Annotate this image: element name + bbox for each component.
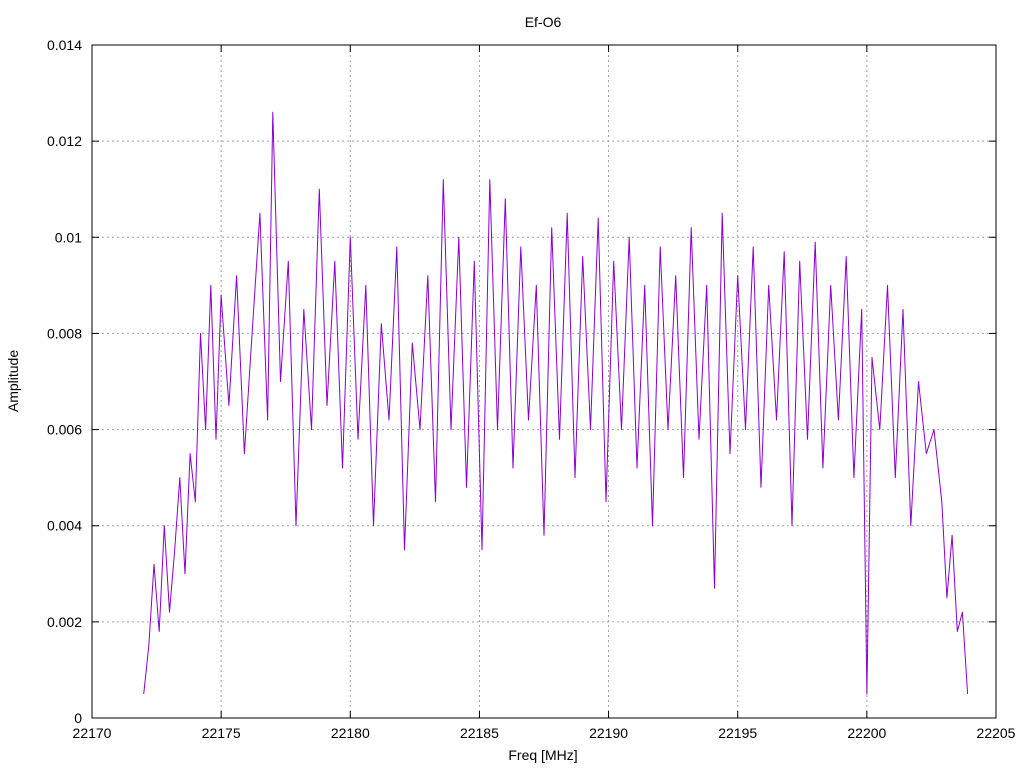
x-tick-label: 22205 <box>977 725 1016 741</box>
x-tick-label: 22180 <box>331 725 370 741</box>
y-axis-ticks: 0 0.002 0.004 0.006 0.008 0.01 0.012 0.014 <box>47 37 996 726</box>
x-tick-label: 22175 <box>202 725 241 741</box>
y-tick-label: 0.008 <box>47 325 82 341</box>
y-tick-label: 0.006 <box>47 422 82 438</box>
y-tick-label: 0.01 <box>55 229 82 245</box>
x-axis-label: Freq [MHz] <box>508 747 577 763</box>
x-tick-label: 22200 <box>847 725 886 741</box>
y-axis-label: Amplitude <box>5 350 21 412</box>
y-tick-label: 0.002 <box>47 614 82 630</box>
x-tick-label: 22185 <box>460 725 499 741</box>
amplitude-series-line <box>143 111 969 695</box>
x-tick-label: 22170 <box>73 725 112 741</box>
y-tick-label: 0.012 <box>47 133 82 149</box>
series-layer <box>143 111 969 695</box>
x-tick-label: 22190 <box>589 725 628 741</box>
y-tick-label: 0 <box>74 710 82 726</box>
x-tick-label: 22195 <box>718 725 757 741</box>
y-tick-label: 0.014 <box>47 37 82 53</box>
chart-title: Ef-O6 <box>525 14 562 30</box>
y-tick-label: 0.004 <box>47 518 82 534</box>
amplitude-chart: Ef-O6 22170 22175 22180 22185 22190 22195 2220… <box>5 14 1016 763</box>
